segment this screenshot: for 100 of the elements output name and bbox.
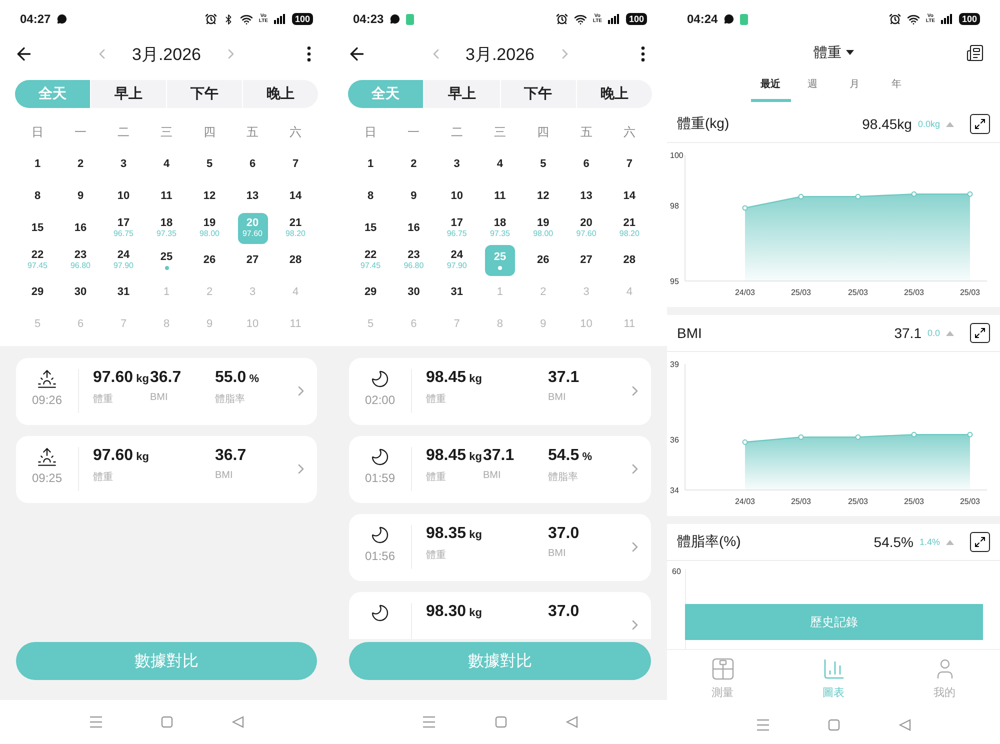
day-number: 27 — [580, 254, 592, 266]
calendar-day[interactable]: 13 — [571, 180, 602, 212]
calendar-day[interactable]: 6 — [571, 148, 602, 180]
calendar-day[interactable]: 19 98.00 — [528, 212, 558, 244]
calendar-day[interactable]: 21 98.20 — [280, 212, 310, 244]
metric-value: 97.60 kg — [93, 447, 150, 465]
calendar-day[interactable]: 10 — [442, 180, 472, 212]
range-tab[interactable]: 年 — [876, 68, 916, 102]
calendar-day[interactable]: 26 — [528, 244, 558, 276]
calendar-day[interactable]: 1 — [22, 148, 52, 180]
calendar-day[interactable]: 26 — [194, 244, 224, 276]
calendar-day[interactable]: 28 — [614, 244, 644, 276]
expand-button[interactable] — [970, 532, 990, 552]
wifi-icon — [574, 12, 587, 26]
calendar-day[interactable]: 29 — [22, 276, 52, 308]
calendar-day[interactable]: 3 — [108, 148, 138, 180]
calendar-day[interactable]: 8 — [22, 180, 52, 212]
calendar-day[interactable]: 7 — [280, 148, 310, 180]
calendar-day[interactable]: 18 97.35 — [152, 212, 182, 244]
calendar-day[interactable]: 11 — [152, 180, 182, 212]
calendar-day[interactable]: 18 97.35 — [484, 212, 515, 244]
calendar-day[interactable]: 29 — [356, 276, 386, 308]
period-tab[interactable]: 下午 — [500, 80, 576, 108]
calendar-day[interactable]: 24 97.90 — [442, 244, 472, 276]
calendar-day[interactable]: 8 — [356, 180, 386, 212]
calendar-day[interactable]: 25 — [152, 244, 182, 276]
calendar-day[interactable]: 17 96.75 — [108, 212, 138, 244]
calendar-day[interactable]: 19 98.00 — [194, 212, 224, 244]
calendar-day[interactable]: 20 97.60 — [571, 212, 602, 244]
calendar-day[interactable]: 4 — [484, 148, 515, 180]
weekday-label: 日 — [32, 124, 44, 140]
metric-dropdown[interactable]: 體重 — [808, 43, 860, 63]
day-number: 7 — [120, 318, 127, 330]
calendar-day[interactable]: 9 — [398, 180, 429, 212]
calendar-day[interactable]: 13 — [238, 180, 268, 212]
calendar-day[interactable]: 21 98.20 — [614, 212, 644, 244]
calendar-day[interactable]: 17 96.75 — [442, 212, 472, 244]
calendar-day[interactable]: 11 — [484, 180, 515, 212]
menu-icon[interactable] — [756, 719, 770, 731]
day-number: 29 — [31, 286, 44, 298]
calendar-day[interactable]: 16 — [398, 212, 429, 244]
range-tab[interactable]: 月 — [834, 68, 874, 102]
calendar-day[interactable]: 15 — [356, 212, 386, 244]
chat-icon — [390, 14, 400, 24]
calendar-day[interactable]: 31 — [442, 276, 472, 308]
calendar-day[interactable]: 22 97.45 — [22, 244, 52, 276]
record-card[interactable]: 02:00 98.45 kg 體重 37.1 BMI — [349, 358, 651, 425]
period-tab[interactable]: 早上 — [423, 80, 500, 108]
calendar-day[interactable]: 9 — [66, 180, 96, 212]
record-card[interactable]: 01:56 98.35 kg 體重 37.0 BMI — [349, 514, 651, 581]
period-tab[interactable]: 早上 — [90, 80, 166, 108]
calendar-day[interactable]: 1 — [356, 148, 386, 180]
calendar-day[interactable]: 12 — [194, 180, 224, 212]
calendar-day[interactable]: 5 — [528, 148, 558, 180]
chat-icon — [56, 14, 67, 24]
calendar-day[interactable]: 16 — [66, 212, 96, 244]
calendar-day[interactable]: 14 — [614, 180, 644, 212]
calendar-day[interactable]: 5 — [194, 148, 224, 180]
back-icon[interactable] — [566, 716, 578, 728]
calendar-day[interactable]: 2 — [398, 148, 429, 180]
range-tab[interactable]: 週 — [792, 68, 832, 102]
record-card[interactable]: 01:59 98.45 kg 體重 37.1 BMI 54.5 % 體脂率 — [349, 436, 651, 503]
period-tab[interactable]: 下午 — [166, 80, 242, 108]
calendar-day[interactable]: 23 96.80 — [66, 244, 96, 276]
day-number: 24 — [450, 249, 463, 261]
calendar-day[interactable]: 22 97.45 — [356, 244, 386, 276]
calendar-day[interactable]: 14 — [280, 180, 310, 212]
back-icon[interactable] — [232, 716, 244, 728]
menu-icon[interactable] — [89, 716, 104, 728]
expand-button[interactable] — [970, 323, 990, 343]
record-card[interactable]: 09:25 97.60 kg 體重 36.7 BMI — [16, 436, 317, 503]
expand-button[interactable] — [970, 114, 990, 134]
calendar-day[interactable]: 7 — [614, 148, 644, 180]
calendar-day[interactable]: 31 — [108, 276, 138, 308]
calendar-day[interactable]: 24 97.90 — [108, 244, 138, 276]
calendar-day[interactable]: 23 96.80 — [398, 244, 429, 276]
report-icon[interactable] — [966, 44, 984, 62]
calendar-day[interactable]: 6 — [238, 148, 268, 180]
calendar-day[interactable]: 2 — [66, 148, 96, 180]
home-icon[interactable] — [828, 719, 840, 731]
calendar-day[interactable]: 28 — [280, 244, 310, 276]
day-reading: 96.75 — [446, 229, 467, 239]
calendar-day[interactable]: 4 — [152, 148, 182, 180]
back-icon[interactable] — [898, 719, 911, 731]
period-tab[interactable]: 晚上 — [242, 80, 318, 108]
calendar-day[interactable]: 15 — [22, 212, 52, 244]
calendar-day[interactable]: 12 — [528, 180, 558, 212]
menu-icon[interactable] — [422, 716, 436, 728]
home-icon[interactable] — [494, 716, 507, 728]
period-tab[interactable]: 晚上 — [576, 80, 652, 108]
record-card[interactable]: 98.30 kg 37.0 — [349, 592, 651, 639]
calendar-day[interactable]: 3 — [442, 148, 472, 180]
record-card[interactable]: 09:26 97.60 kg 體重 36.7 BMI 55.0 % 體脂率 — [16, 358, 317, 425]
calendar-day[interactable]: 27 — [571, 244, 602, 276]
calendar-day[interactable]: 10 — [108, 180, 138, 212]
calendar-day[interactable]: 30 — [66, 276, 96, 308]
home-icon[interactable] — [161, 716, 174, 728]
range-tab[interactable]: 最近 — [750, 68, 790, 102]
calendar-day[interactable]: 30 — [398, 276, 429, 308]
calendar-day[interactable]: 27 — [238, 244, 268, 276]
